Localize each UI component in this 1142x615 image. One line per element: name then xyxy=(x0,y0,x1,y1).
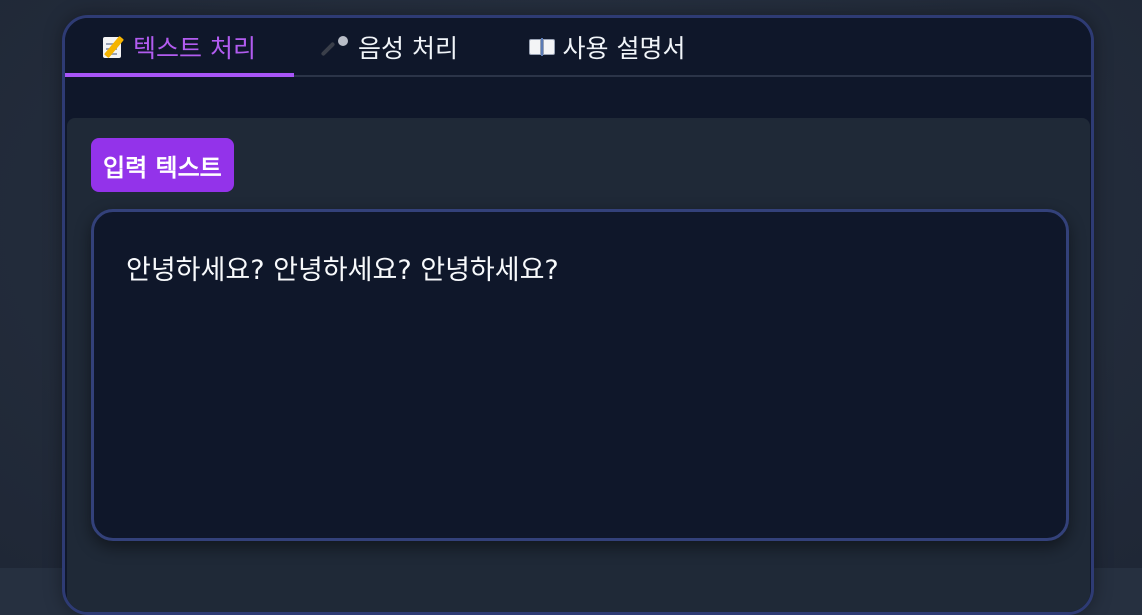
memo-icon xyxy=(103,35,125,59)
input-text-area[interactable]: 안녕하세요? 안녕하세요? 안녕하세요? xyxy=(91,209,1069,541)
text-processing-content: 입력 텍스트 안녕하세요? 안녕하세요? 안녕하세요? xyxy=(67,118,1090,612)
tab-label: 음성 처리 xyxy=(358,33,458,63)
input-text-label: 입력 텍스트 xyxy=(91,138,234,192)
tab-label: 사용 설명서 xyxy=(562,33,686,63)
tab-label: 텍스트 처리 xyxy=(133,33,256,63)
microphone-icon xyxy=(320,35,350,59)
tab-text-processing[interactable]: 텍스트 처리 xyxy=(65,18,294,77)
tab-user-manual[interactable]: 사용 설명서 xyxy=(517,18,697,75)
tab-bar: 텍스트 처리 음성 처리 사용 설명서 xyxy=(65,18,1091,77)
main-panel: 텍스트 처리 음성 처리 사용 설명서 입력 텍스트 안녕하세요? 안녕하세요?… xyxy=(62,15,1094,615)
open-book-icon xyxy=(528,37,555,57)
tab-voice-processing[interactable]: 음성 처리 xyxy=(313,18,473,75)
